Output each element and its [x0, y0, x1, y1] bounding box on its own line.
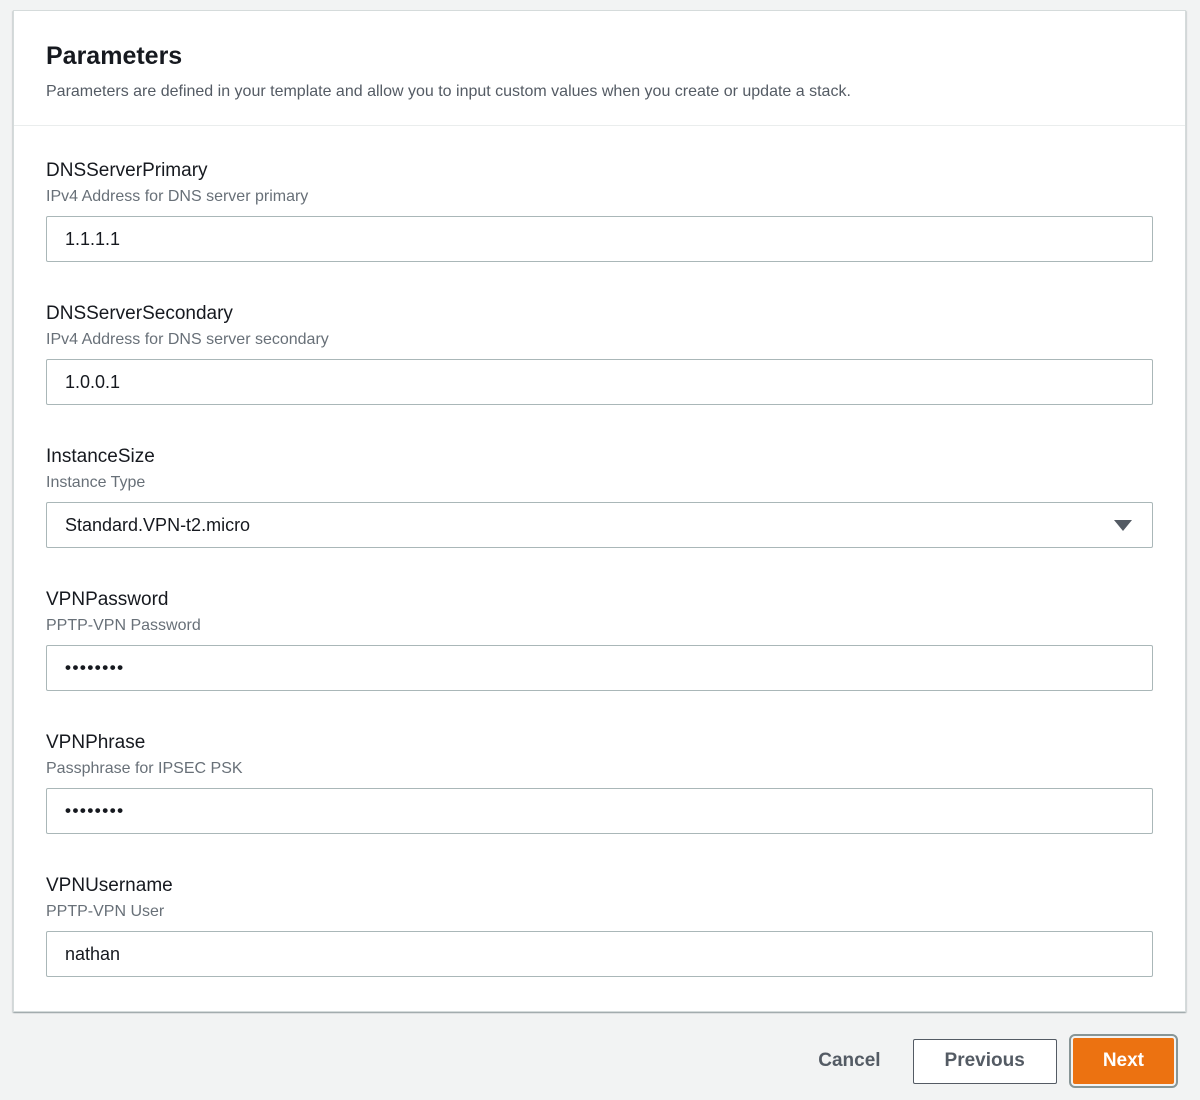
page-title: Parameters: [46, 42, 183, 70]
field-vpn-password: VPNPassword PPTP-VPN Password: [46, 587, 1153, 691]
vpn-phrase-description: Passphrase for IPSEC PSK: [46, 760, 243, 777]
field-instance-size: InstanceSize Instance Type Standard.VPN-…: [46, 444, 1153, 548]
wizard-footer: Cancel Previous Next: [13, 1012, 1186, 1088]
instance-size-description: Instance Type: [46, 474, 146, 491]
field-dns-server-primary: DNSServerPrimary IPv4 Address for DNS se…: [46, 158, 1153, 262]
cancel-button[interactable]: Cancel: [814, 1040, 884, 1082]
caret-down-icon: [1114, 519, 1132, 531]
vpn-password-description: PPTP-VPN Password: [46, 617, 201, 634]
vpn-username-input[interactable]: [46, 931, 1153, 977]
vpn-username-label: VPNUsername: [46, 875, 173, 896]
previous-button[interactable]: Previous: [912, 1038, 1057, 1084]
vpn-phrase-label: VPNPhrase: [46, 732, 146, 753]
parameters-form: DNSServerPrimary IPv4 Address for DNS se…: [14, 126, 1185, 1011]
dns-server-primary-label: DNSServerPrimary: [46, 160, 208, 181]
vpn-password-input[interactable]: [46, 645, 1153, 691]
instance-size-selected-option: Standard.VPN-t2.micro: [65, 514, 251, 535]
dns-server-secondary-description: IPv4 Address for DNS server secondary: [46, 331, 329, 348]
vpn-phrase-input[interactable]: [46, 788, 1153, 834]
dns-server-secondary-label: DNSServerSecondary: [46, 303, 233, 324]
field-dns-server-secondary: DNSServerSecondary IPv4 Address for DNS …: [46, 301, 1153, 405]
vpn-username-description: PPTP-VPN User: [46, 903, 165, 920]
panel-description: Parameters are defined in your template …: [46, 83, 851, 100]
dns-server-primary-description: IPv4 Address for DNS server primary: [46, 188, 309, 205]
dns-server-secondary-input[interactable]: [46, 359, 1153, 405]
next-button[interactable]: Next: [1068, 1034, 1179, 1088]
instance-size-label: InstanceSize: [46, 446, 155, 467]
field-vpn-phrase: VPNPhrase Passphrase for IPSEC PSK: [46, 730, 1153, 834]
dns-server-primary-input[interactable]: [46, 216, 1153, 262]
panel-header: Parameters Parameters are defined in you…: [14, 11, 1185, 126]
vpn-password-label: VPNPassword: [46, 589, 169, 610]
instance-size-select[interactable]: Standard.VPN-t2.micro: [46, 502, 1153, 548]
page: Parameters Parameters are defined in you…: [0, 0, 1200, 1100]
field-vpn-username: VPNUsername PPTP-VPN User: [46, 873, 1153, 977]
parameters-panel: Parameters Parameters are defined in you…: [13, 10, 1186, 1012]
